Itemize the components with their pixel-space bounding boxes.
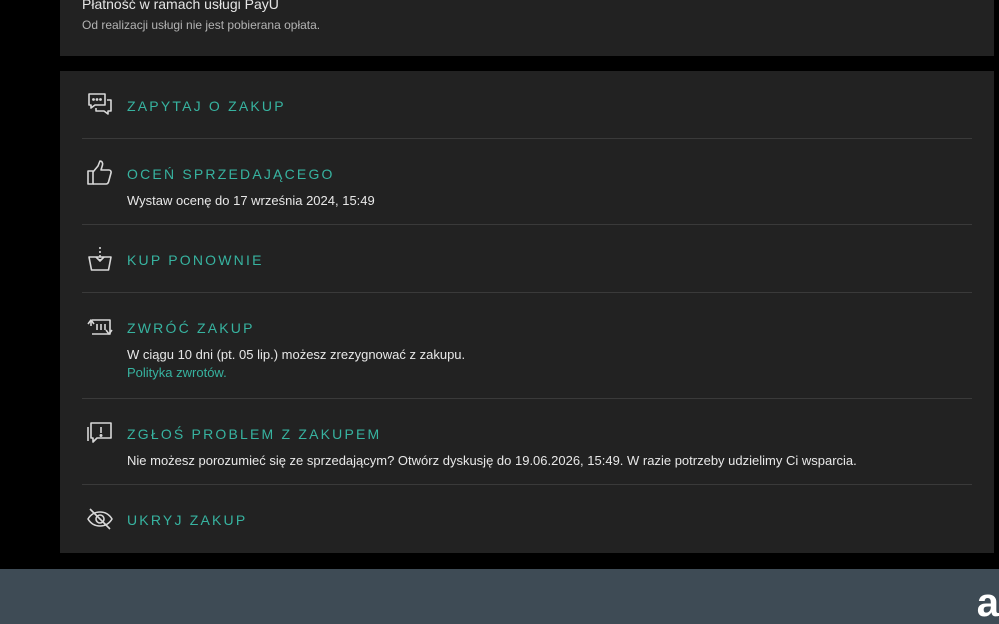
action-return-purchase[interactable]: ZWRÓĆ ZAKUP W ciągu 10 dni (pt. 05 lip.)… (82, 293, 972, 399)
action-ask-about-purchase[interactable]: ZAPYTAJ O ZAKUP (82, 71, 972, 139)
ask-about-purchase-link[interactable]: ZAPYTAJ O ZAKUP (127, 98, 286, 114)
return-purchase-link[interactable]: ZWRÓĆ ZAKUP (127, 320, 255, 336)
return-cart-icon (86, 313, 114, 341)
hide-purchase-link[interactable]: UKRYJ ZAKUP (127, 512, 247, 528)
brand-logo[interactable]: a (977, 583, 999, 623)
purchase-actions-card: ZAPYTAJ O ZAKUP OCEŃ SPRZEDAJĄCEGO Wysta… (60, 71, 994, 553)
rate-seller-deadline: Wystaw ocenę do 17 września 2024, 15:49 (127, 193, 375, 208)
thumbs-up-icon (86, 159, 114, 187)
rate-seller-link[interactable]: OCEŃ SPRZEDAJĄCEGO (127, 166, 335, 182)
return-policy-link[interactable]: Polityka zwrotów. (127, 365, 227, 380)
payment-subtitle: Od realizacji usługi nie jest pobierana … (82, 18, 321, 32)
payment-card: Płatność w ramach usługi PayU Od realiza… (60, 0, 994, 56)
buy-again-link[interactable]: KUP PONOWNIE (127, 252, 264, 268)
report-problem-link[interactable]: ZGŁOŚ PROBLEM Z ZAKUPEM (127, 426, 381, 442)
action-report-problem[interactable]: ZGŁOŚ PROBLEM Z ZAKUPEM Nie możesz poroz… (82, 399, 972, 485)
report-problem-info: Nie możesz porozumieć się ze sprzedający… (127, 453, 857, 468)
eye-off-icon (86, 505, 114, 533)
report-problem-icon (86, 419, 114, 447)
chat-bubbles-icon (86, 91, 114, 119)
basket-download-icon (86, 245, 114, 273)
page-footer: a (0, 569, 999, 624)
action-buy-again[interactable]: KUP PONOWNIE (82, 225, 972, 293)
action-hide-purchase[interactable]: UKRYJ ZAKUP (82, 485, 972, 553)
return-purchase-info: W ciągu 10 dni (pt. 05 lip.) możesz zrez… (127, 347, 466, 362)
payment-title: Płatność w ramach usługi PayU (82, 0, 279, 12)
action-rate-seller[interactable]: OCEŃ SPRZEDAJĄCEGO Wystaw ocenę do 17 wr… (82, 139, 972, 225)
